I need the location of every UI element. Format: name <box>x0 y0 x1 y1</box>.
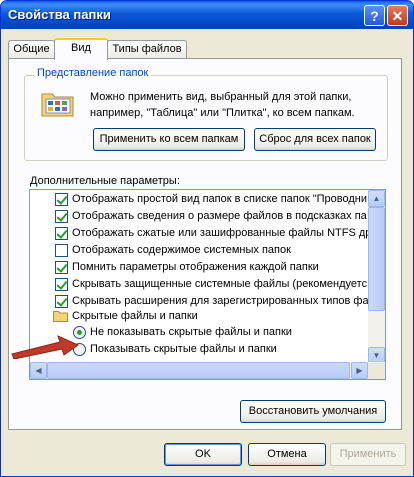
apply-button[interactable]: Применить <box>330 443 406 466</box>
vertical-scrollbar[interactable]: ▲ ▼ <box>368 190 385 364</box>
folder-icon <box>53 311 68 322</box>
help-button[interactable]: ? <box>364 5 385 26</box>
tab-view[interactable]: Вид <box>54 38 108 60</box>
checkbox[interactable] <box>55 210 68 223</box>
checkbox[interactable] <box>55 278 68 291</box>
apply-to-all-folders-button[interactable]: Применить ко всем папкам <box>93 128 245 151</box>
chevron-down-icon: ▼ <box>372 351 381 360</box>
checkbox[interactable] <box>55 227 68 240</box>
close-icon: ✕ <box>391 8 404 24</box>
vertical-scroll-thumb[interactable] <box>368 207 385 311</box>
checkbox[interactable] <box>55 193 68 206</box>
tab-file-types[interactable]: Типы файлов <box>107 40 187 58</box>
scroll-right-button[interactable]: ▶ <box>351 362 368 379</box>
horizontal-scrollbar[interactable]: ◀ ▶ <box>30 362 368 379</box>
cancel-button[interactable]: Отмена <box>248 443 326 466</box>
folder-view-icon <box>41 93 74 117</box>
scroll-left-button[interactable]: ◀ <box>30 362 47 379</box>
tab-general[interactable]: Общие <box>8 40 55 58</box>
window-title: Свойства папки <box>8 7 111 22</box>
title-bar[interactable]: Свойства папки ? ✕ <box>1 1 413 29</box>
horizontal-scroll-thumb[interactable] <box>47 362 350 379</box>
scroll-up-button[interactable]: ▲ <box>368 190 385 207</box>
folder-view-group-label: Представление папок <box>34 67 152 79</box>
checkbox[interactable] <box>55 295 68 308</box>
reset-all-folders-button[interactable]: Сброс для всех папок <box>254 128 376 151</box>
folder-view-description: Можно применить вид, выбранный для этой … <box>90 91 355 119</box>
chevron-right-icon: ▶ <box>356 366 363 375</box>
advanced-settings-list[interactable]: Отображать простой вид папок в списке па… <box>29 189 386 380</box>
red-arrow-icon <box>11 335 79 359</box>
chevron-left-icon: ◀ <box>35 366 42 375</box>
checkbox[interactable] <box>55 261 68 274</box>
restore-defaults-button[interactable]: Восстановить умолчания <box>240 400 386 423</box>
question-icon: ? <box>370 8 379 24</box>
chevron-up-icon: ▲ <box>372 194 381 203</box>
checkbox[interactable] <box>55 244 68 257</box>
ok-button[interactable]: OK <box>164 443 242 466</box>
advanced-settings-label: Дополнительные параметры: <box>30 175 180 187</box>
close-button[interactable]: ✕ <box>387 5 408 26</box>
scrollbar-corner <box>368 362 385 379</box>
